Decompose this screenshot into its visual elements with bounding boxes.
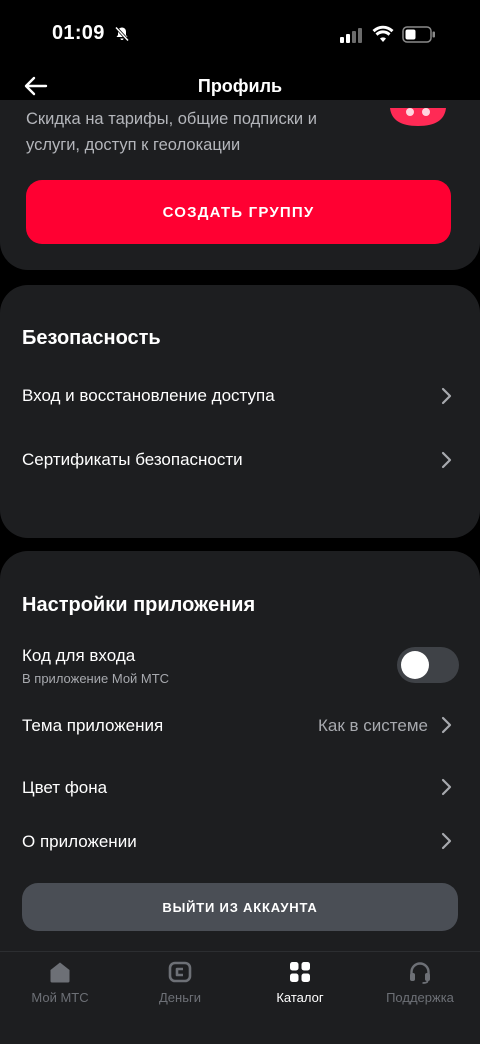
chevron-right-icon: [441, 387, 452, 405]
chevron-right-icon: [441, 832, 452, 850]
app-theme-row[interactable]: Тема приложения Как в системе: [0, 700, 480, 750]
logout-button[interactable]: ВЫЙТИ ИЗ АККАУНТА: [22, 883, 458, 931]
wifi-icon: [372, 25, 394, 42]
headset-icon: [410, 962, 430, 984]
nav-label-money: Деньги: [159, 990, 201, 1005]
toggle-knob: [401, 651, 429, 679]
bottom-nav: Мой МТС Деньги Каталог Поддержка: [0, 951, 480, 1044]
app-theme-label: Тема приложения: [22, 716, 164, 735]
status-time: 01:09: [52, 22, 105, 44]
nav-label-my-mts: Мой МТС: [31, 990, 89, 1005]
catalog-grid-icon: [290, 962, 310, 982]
security-certificates-row[interactable]: Сертификаты безопасности: [0, 434, 480, 486]
chevron-right-icon: [441, 778, 452, 796]
login-code-toggle[interactable]: [397, 647, 459, 683]
wallet-icon: [168, 961, 192, 983]
chevron-right-icon: [441, 451, 452, 469]
security-title: Безопасность: [22, 327, 161, 349]
chevron-right-icon: [441, 716, 452, 734]
promo-illustration-icon: [390, 108, 446, 126]
nav-item-money[interactable]: Деньги: [120, 952, 240, 1022]
signal-icon: [340, 28, 362, 43]
home-icon: [50, 962, 70, 983]
app-settings-title: Настройки приложения: [22, 594, 256, 616]
app-theme-value: Как в системе: [318, 716, 428, 735]
login-code-label: Код для входа: [22, 646, 136, 665]
nav-item-my-mts[interactable]: Мой МТС: [0, 952, 120, 1022]
security-certificates-label: Сертификаты безопасности: [22, 450, 243, 469]
background-color-label: Цвет фона: [22, 778, 108, 797]
background-color-row[interactable]: Цвет фона: [0, 762, 480, 812]
page-title: Профиль: [197, 76, 283, 96]
login-recovery-label: Вход и восстановление доступа: [22, 386, 275, 405]
nav-label-catalog: Каталог: [276, 990, 324, 1005]
battery-icon: [402, 26, 435, 43]
login-recovery-row[interactable]: Вход и восстановление доступа: [0, 370, 480, 422]
login-code-sublabel: В приложение Мой МТС: [22, 671, 170, 686]
create-group-button[interactable]: СОЗДАТЬ ГРУППУ: [26, 180, 451, 244]
bell-muted-icon: [114, 26, 130, 42]
promo-text: Скидка на тарифы, общие подписки и услуг…: [26, 110, 317, 154]
nav-item-support[interactable]: Поддержка: [360, 952, 480, 1022]
nav-item-catalog[interactable]: Каталог: [240, 952, 360, 1022]
about-app-label: О приложении: [22, 832, 137, 851]
nav-label-support: Поддержка: [386, 990, 454, 1005]
about-app-row[interactable]: О приложении: [0, 816, 480, 866]
